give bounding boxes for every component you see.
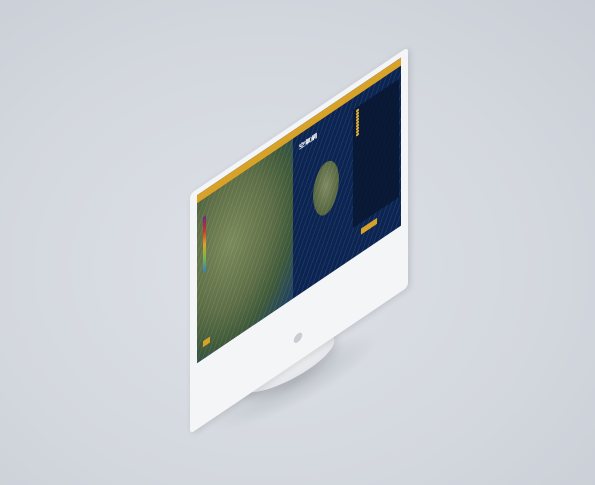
- app-screen: 空氣網: [197, 57, 401, 364]
- monitor: 空氣網: [190, 46, 408, 434]
- bullet-icon: [356, 132, 359, 138]
- apple-logo-icon: [293, 327, 303, 347]
- color-legend: [203, 215, 206, 274]
- scene: 空氣網: [0, 0, 595, 485]
- monitor-bezel: 空氣網: [190, 46, 408, 434]
